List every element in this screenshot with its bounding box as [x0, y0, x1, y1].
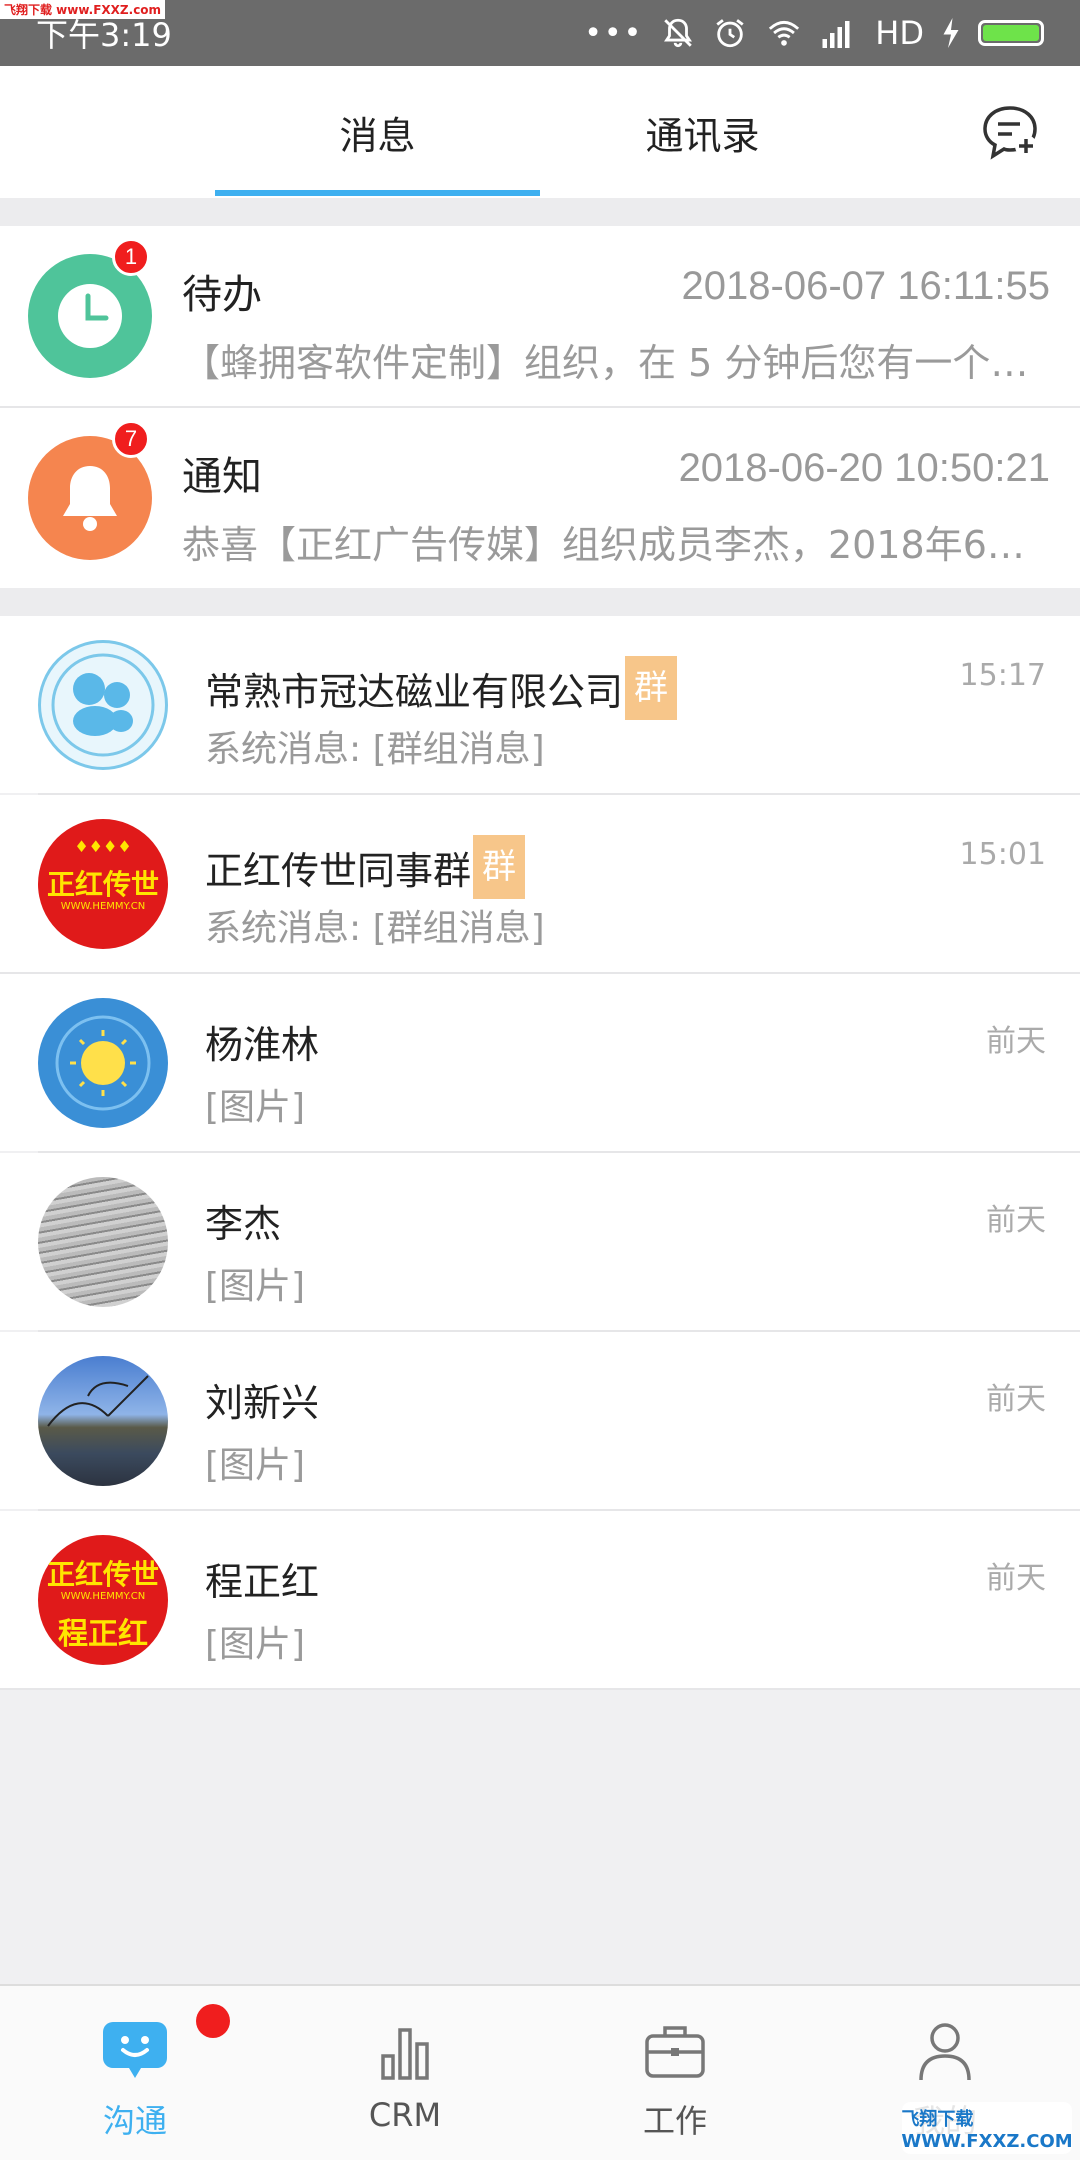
- avatar-logo-url: WWW.HEMMY.CN: [60, 1591, 146, 1602]
- avatar-logo-text: 正红传世: [46, 1558, 159, 1591]
- tab-messages[interactable]: 消息: [215, 66, 540, 198]
- avatar-logo-url: WWW.HEMMY.CN: [60, 901, 146, 912]
- section-gap: [0, 588, 1080, 616]
- top-header: 消息 通讯录: [0, 66, 1080, 198]
- watermark-top: 飞翔下载 www.FXXZ.com: [0, 0, 166, 19]
- chat-subtitle: 系统消息: [群组消息]: [205, 729, 545, 770]
- chat-row[interactable]: 杨淮林 [图片] 前天: [0, 974, 1080, 1151]
- bar-chart-icon: [381, 2028, 429, 2080]
- chat-name: 常熟市冠达磁业有限公司群: [205, 656, 678, 720]
- watermark-bottom-text: 飞翔下载 WWW.FXXZ.COM: [901, 2108, 1073, 2152]
- user-avatar: 正红传世 WWW.HEMMY.CN 程正红: [38, 1535, 168, 1665]
- watermark-bottom: 飞翔下载 WWW.FXXZ.COM: [901, 2102, 1073, 2154]
- group-avatar: ♦♦♦♦ 正红传世 WWW.HEMMY.CN: [38, 819, 168, 949]
- todo-preview: 【蜂拥客软件定制】组织，在 5 分钟后您有一个待办事项: [182, 341, 1042, 385]
- chat-subtitle: 系统消息: [群组消息]: [205, 908, 545, 949]
- divider: [0, 1688, 1080, 1690]
- chat-row[interactable]: 李杰 [图片] 前天: [0, 1153, 1080, 1330]
- user-avatar: [38, 1356, 168, 1486]
- signal-icon: [822, 21, 850, 48]
- chat-name: 刘新兴: [205, 1381, 320, 1425]
- chat-name: 正红传世同事群群: [205, 835, 526, 899]
- todo-item[interactable]: 1 待办 2018-06-07 16:11:55 【蜂拥客软件定制】组织，在 5…: [0, 226, 1080, 406]
- message-plus-icon[interactable]: [980, 102, 1040, 162]
- section-gap: [0, 198, 1080, 226]
- nav-work[interactable]: 工作: [540, 1986, 810, 2160]
- chat-time: 15:01: [959, 837, 1046, 872]
- notice-time: 2018-06-20 10:50:21: [678, 446, 1050, 490]
- mute-icon: [664, 18, 693, 48]
- avatar-logo-name: 程正红: [58, 1617, 148, 1652]
- user-avatar: [38, 1177, 168, 1307]
- group-avatar: [38, 640, 168, 770]
- todo-badge: 1: [112, 238, 150, 276]
- notice-preview: 恭喜【正红广告传媒】组织成员李杰，2018年6月20日: [182, 523, 1042, 567]
- bottom-nav: 沟通 CRM 工作 我的 飞翔下载 WWW.FXXZ.COM: [0, 1984, 1080, 2160]
- more-dots-icon: •••: [584, 15, 644, 51]
- chat-name-text: 正红传世同事群: [205, 848, 472, 893]
- chat-subtitle: [图片]: [205, 1445, 306, 1486]
- chat-bubble-icon: [103, 2022, 167, 2078]
- notice-title: 通知: [182, 454, 262, 500]
- nav-label: CRM: [368, 2096, 442, 2134]
- chat-time: 前天: [986, 1561, 1046, 1596]
- todo-title: 待办: [182, 272, 262, 318]
- nav-unread-dot: [196, 2004, 230, 2038]
- briefcase-icon: [645, 2026, 705, 2078]
- group-tag: 群: [625, 656, 678, 720]
- chat-time: 前天: [986, 1024, 1046, 1059]
- user-icon: [919, 2023, 971, 2081]
- chat-time: 前天: [986, 1382, 1046, 1417]
- chat-subtitle: [图片]: [205, 1624, 306, 1665]
- chat-name-text: 常熟市冠达磁业有限公司: [205, 669, 624, 714]
- chat-name: 程正红: [205, 1560, 320, 1604]
- status-icons: ••• HD: [584, 14, 1044, 52]
- todo-time: 2018-06-07 16:11:55: [681, 264, 1050, 308]
- nav-label: 沟通: [102, 2102, 167, 2140]
- alarm-icon: [716, 19, 744, 48]
- chat-time: 15:17: [959, 658, 1046, 693]
- nav-label: 工作: [642, 2102, 707, 2140]
- battery-icon: [978, 20, 1044, 46]
- network-type: HD: [875, 14, 924, 52]
- avatar-logo-text: 正红传世: [46, 868, 159, 901]
- avatar-logo-people: ♦♦♦♦: [74, 837, 132, 856]
- notice-item[interactable]: 7 通知 2018-06-20 10:50:21 恭喜【正红广告传媒】组织成员李…: [0, 408, 1080, 588]
- chat-time: 前天: [986, 1203, 1046, 1238]
- wifi-icon: [769, 20, 800, 46]
- chat-name: 李杰: [205, 1202, 282, 1246]
- group-tag: 群: [473, 835, 526, 899]
- chat-row[interactable]: 常熟市冠达磁业有限公司群 系统消息: [群组消息] 15:17: [0, 616, 1080, 793]
- chat-subtitle: [图片]: [205, 1266, 306, 1307]
- notice-badge: 7: [112, 420, 150, 458]
- nav-communicate[interactable]: 沟通: [0, 1986, 270, 2160]
- chat-row[interactable]: ♦♦♦♦ 正红传世 WWW.HEMMY.CN 正红传世同事群群 系统消息: [群…: [0, 795, 1080, 972]
- charging-icon: [943, 18, 959, 48]
- nav-crm[interactable]: CRM: [270, 1986, 540, 2160]
- tab-contacts[interactable]: 通讯录: [540, 66, 865, 198]
- chat-subtitle: [图片]: [205, 1087, 306, 1128]
- chat-name: 杨淮林: [205, 1023, 320, 1067]
- tab-active-indicator: [215, 190, 540, 196]
- user-avatar: [38, 998, 168, 1128]
- chat-row[interactable]: 正红传世 WWW.HEMMY.CN 程正红 程正红 [图片] 前天: [0, 1511, 1080, 1688]
- chat-row[interactable]: 刘新兴 [图片] 前天: [0, 1332, 1080, 1509]
